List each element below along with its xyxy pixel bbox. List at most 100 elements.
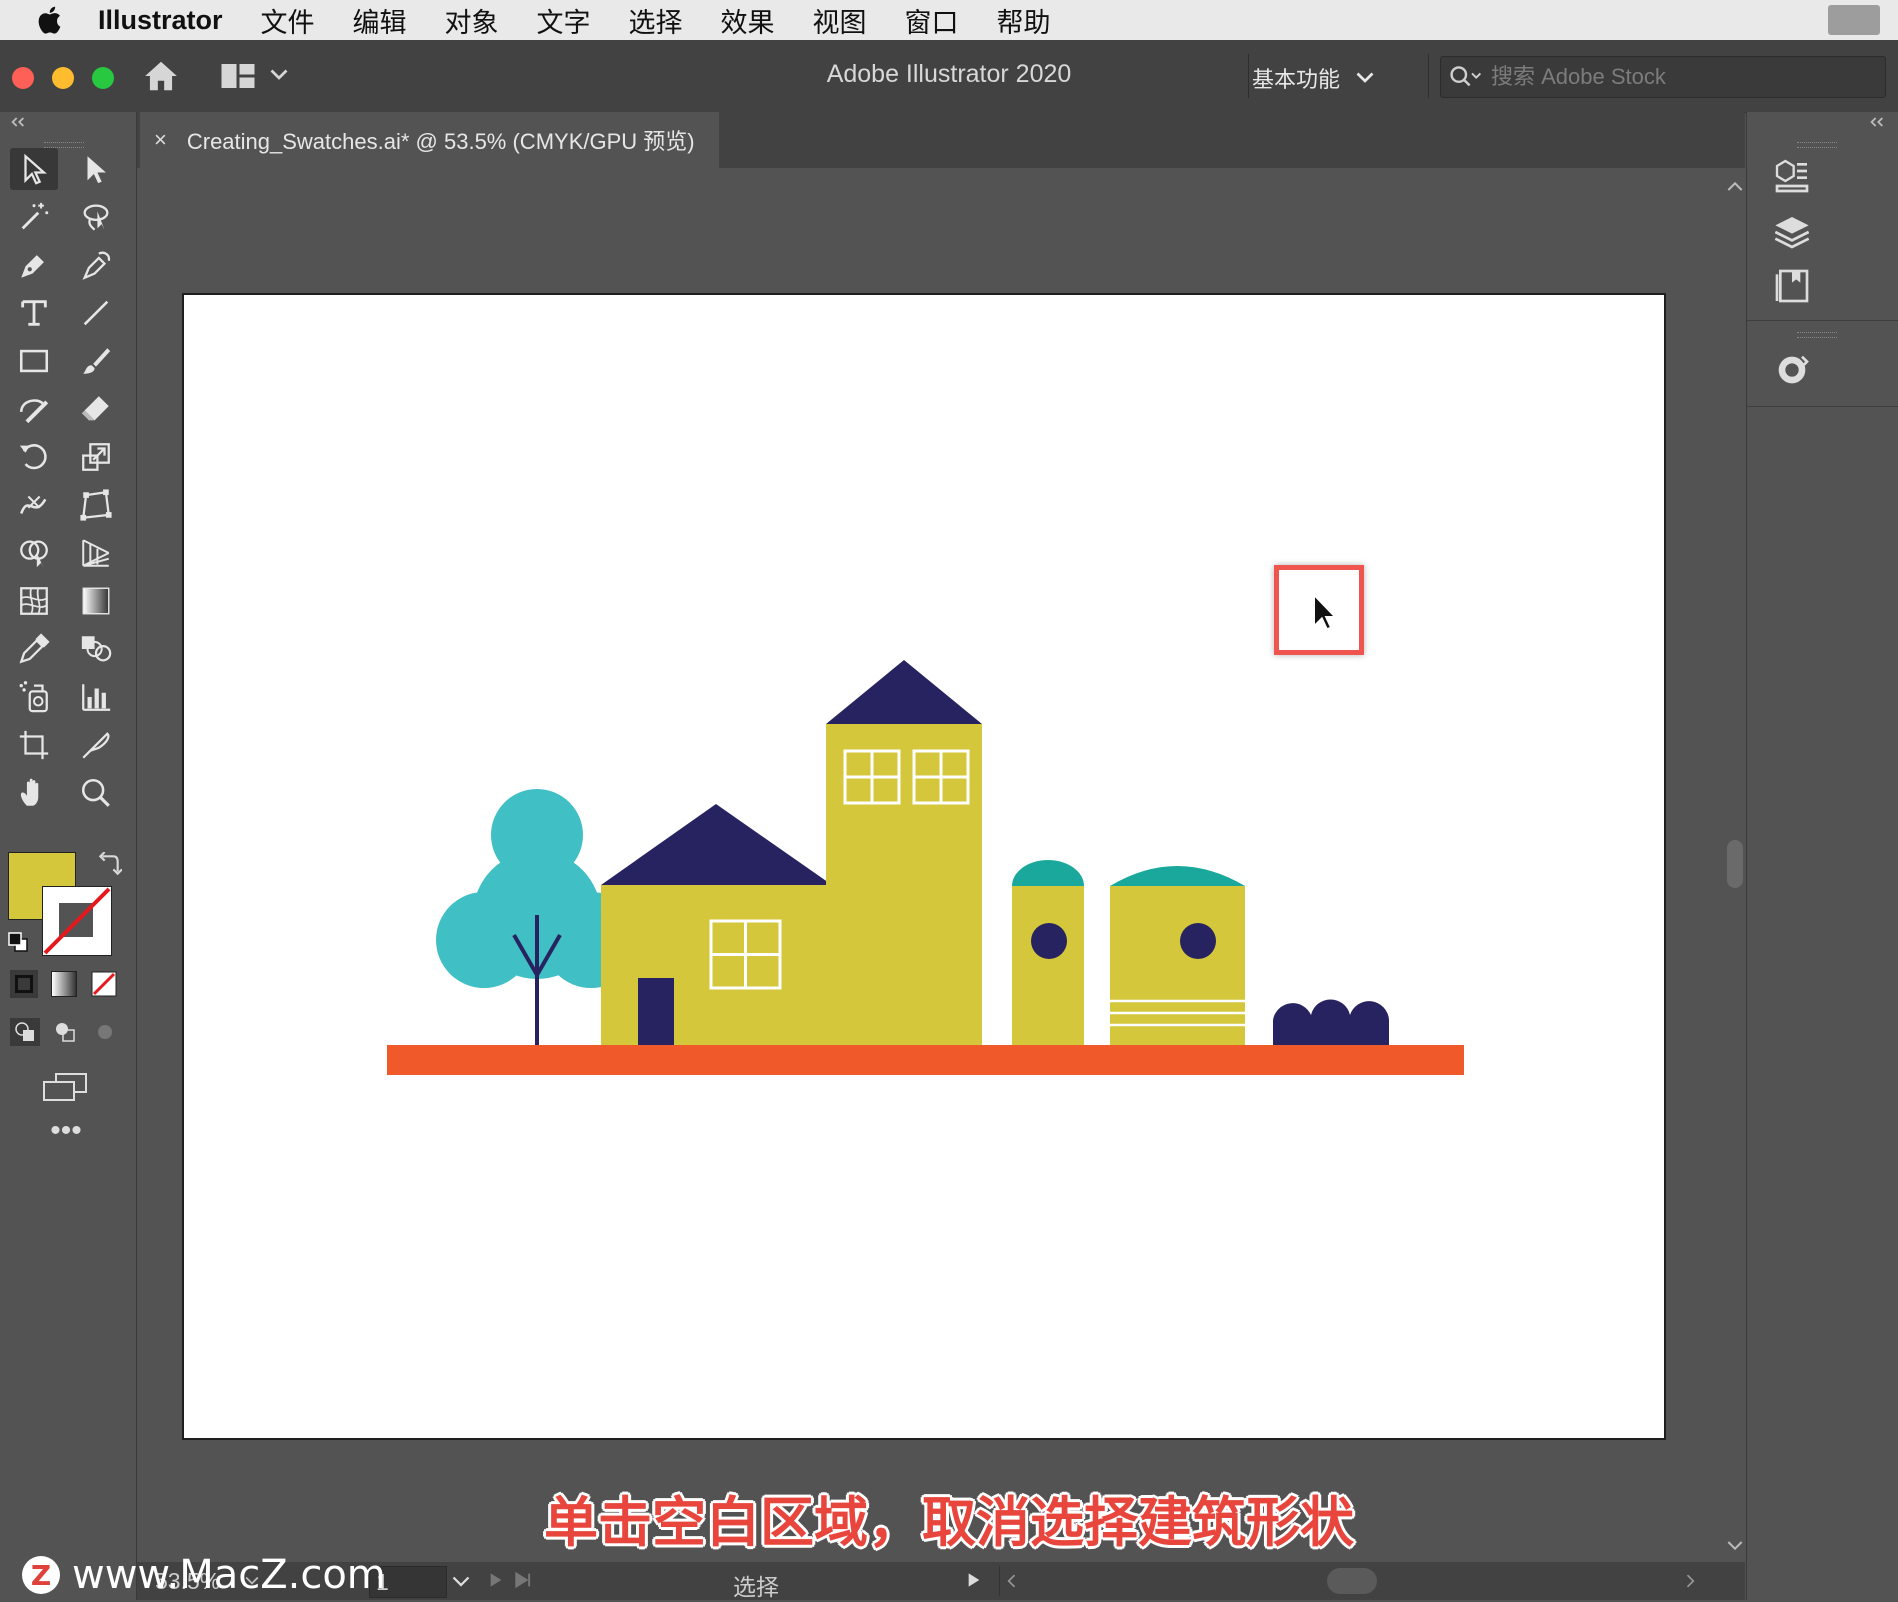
type-tool[interactable] [10, 292, 58, 334]
draw-behind-button[interactable] [50, 1018, 80, 1046]
menu-view[interactable]: 视图 [813, 1, 867, 40]
menu-type[interactable]: 文字 [537, 1, 591, 40]
scroll-left-icon[interactable] [1005, 1574, 1017, 1588]
apple-icon[interactable] [30, 5, 68, 35]
status-menu-icon[interactable] [967, 1572, 981, 1588]
panel-grip[interactable] [1797, 332, 1837, 338]
artboard-tool[interactable] [10, 724, 58, 766]
draw-behind-icon [56, 1023, 75, 1042]
perspective-grid-tool[interactable] [72, 532, 120, 574]
eraser-icon [81, 396, 109, 421]
arrange-documents-icon[interactable] [220, 62, 256, 90]
chevron-down-icon[interactable] [270, 68, 288, 82]
menu-extra-icon[interactable] [1828, 5, 1880, 35]
collapse-right-panel-icon[interactable] [1869, 116, 1885, 128]
column-graph-tool[interactable] [72, 676, 120, 718]
next-artboard-icon[interactable] [489, 1572, 503, 1588]
hand-tool[interactable] [10, 772, 58, 814]
watermark: Z www.MacZ.com [22, 1552, 386, 1598]
mesh-tool[interactable] [10, 580, 58, 622]
ground-shape[interactable] [387, 1045, 1464, 1075]
line-segment-tool[interactable] [72, 292, 120, 334]
edit-toolbar-more-icon[interactable]: ••• [44, 1116, 88, 1146]
collapse-panel-icon[interactable] [10, 116, 26, 128]
scroll-right-icon[interactable] [1685, 1574, 1697, 1588]
eyedropper-tool[interactable] [10, 628, 58, 670]
tall-building-shape[interactable] [826, 660, 982, 1045]
draw-inside-button[interactable] [90, 1018, 120, 1046]
close-window-button[interactable] [12, 67, 34, 89]
menu-select[interactable]: 选择 [629, 1, 683, 40]
zoom-window-button[interactable] [92, 67, 114, 89]
minimize-window-button[interactable] [52, 67, 74, 89]
stock-search-box[interactable] [1440, 56, 1886, 98]
menu-object[interactable]: 对象 [445, 1, 499, 40]
last-artboard-icon[interactable] [515, 1572, 533, 1588]
change-screen-mode-button[interactable] [40, 1070, 90, 1106]
document-tab[interactable]: × Creating_Swatches.ai* @ 53.5% (CMYK/GP… [140, 112, 719, 168]
swap-fill-stroke-icon[interactable] [96, 852, 122, 878]
curvature-pen-icon [82, 251, 111, 280]
magic-wand-tool[interactable] [10, 196, 58, 238]
workspace-switcher[interactable]: 基本功能 [1252, 62, 1374, 94]
symbol-sprayer-tool[interactable] [10, 676, 58, 718]
left-house-shape[interactable] [601, 804, 836, 1045]
home-icon[interactable] [142, 58, 180, 94]
direct-selection-tool[interactable] [72, 148, 120, 190]
shaper-tool[interactable] [10, 388, 58, 430]
default-fill-stroke-icon[interactable] [6, 930, 30, 954]
curvature-tool[interactable] [72, 244, 120, 286]
menu-window[interactable]: 窗口 [905, 1, 959, 40]
eraser-tool[interactable] [72, 388, 120, 430]
width-tool[interactable] [10, 484, 58, 526]
chevron-down-icon[interactable] [452, 1576, 470, 1588]
gradient-mode-button[interactable] [50, 970, 78, 998]
lasso-icon [83, 204, 109, 231]
bush-body [1273, 999, 1389, 1045]
lasso-tool[interactable] [72, 196, 120, 238]
stroke-color-swatch[interactable] [42, 886, 112, 956]
app-menu[interactable]: Illustrator [98, 5, 223, 36]
bush-shape[interactable] [1273, 999, 1389, 1045]
large-silo-shape[interactable] [1110, 866, 1245, 1045]
cc-libraries-sync-button[interactable] [1767, 348, 1817, 392]
slice-knife-icon [82, 732, 110, 759]
free-transform-tool[interactable] [72, 484, 120, 526]
panel-grip[interactable] [1797, 142, 1837, 148]
close-tab-icon[interactable]: × [154, 127, 167, 153]
color-mode-button[interactable] [10, 970, 38, 998]
menu-file[interactable]: 文件 [261, 1, 315, 40]
artboard[interactable] [182, 293, 1666, 1440]
layers-panel-button[interactable] [1767, 210, 1817, 254]
zoom-tool[interactable] [72, 772, 120, 814]
shape-builder-tool[interactable] [10, 532, 58, 574]
small-silo-shape[interactable] [1012, 860, 1084, 1045]
properties-icon [1775, 159, 1809, 193]
paintbrush-tool[interactable] [72, 340, 120, 382]
paintbrush-icon [83, 348, 111, 374]
selection-tool[interactable] [10, 148, 58, 190]
scroll-up-icon[interactable] [1727, 180, 1743, 192]
stock-search-input[interactable] [1489, 63, 1853, 91]
large-silo-body [1110, 886, 1245, 1045]
canvas-area[interactable] [137, 168, 1725, 1562]
mouse-cursor-icon [1313, 592, 1338, 631]
vertical-scroll-thumb[interactable] [1727, 840, 1743, 888]
gradient-tool[interactable] [72, 580, 120, 622]
pen-tool[interactable] [10, 244, 58, 286]
menu-help[interactable]: 帮助 [997, 1, 1051, 40]
horizontal-scroll-thumb[interactable] [1327, 1568, 1377, 1594]
hand-icon [20, 778, 39, 806]
properties-panel-button[interactable] [1767, 154, 1817, 198]
menu-edit[interactable]: 编辑 [353, 1, 407, 40]
draw-normal-button[interactable] [10, 1018, 40, 1046]
blend-tool[interactable] [72, 628, 120, 670]
rectangle-tool[interactable] [10, 340, 58, 382]
slice-tool[interactable] [72, 724, 120, 766]
vertical-scrollbar[interactable] [1725, 168, 1745, 1562]
libraries-panel-button[interactable] [1767, 264, 1817, 308]
scale-tool[interactable] [72, 436, 120, 478]
none-mode-button[interactable] [90, 970, 118, 998]
rotate-tool[interactable] [10, 436, 58, 478]
menu-effect[interactable]: 效果 [721, 1, 775, 40]
